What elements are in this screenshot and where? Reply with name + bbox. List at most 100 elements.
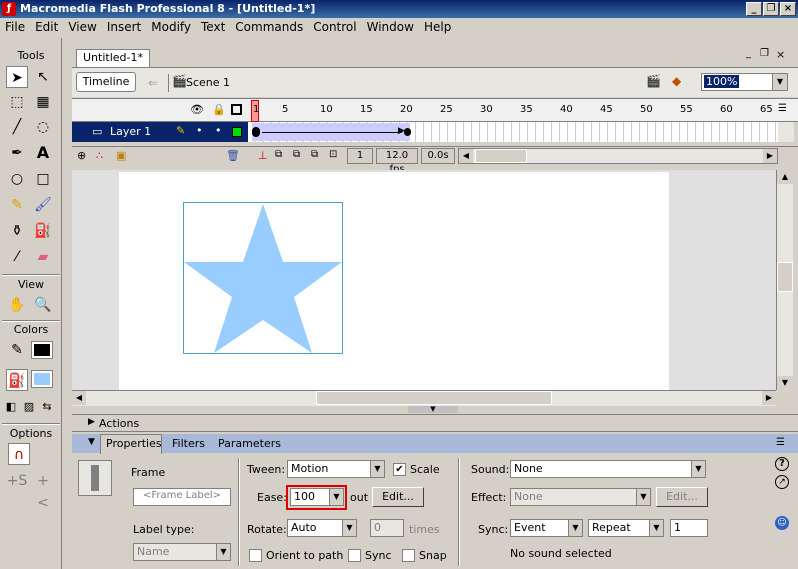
layer-lock-dot[interactable]: • xyxy=(215,124,222,137)
chevron-down-icon[interactable]: ▼ xyxy=(342,520,356,536)
stroke-color-swatch[interactable] xyxy=(31,341,53,359)
selection-box[interactable] xyxy=(183,202,343,354)
line-tool-icon[interactable]: ╱ xyxy=(6,116,28,138)
text-tool-icon[interactable]: A xyxy=(32,142,54,164)
snap-magnet-icon[interactable]: ∩ xyxy=(8,443,30,465)
stage-hscroll[interactable]: ◀ ▶ xyxy=(72,390,776,406)
edit-scene-icon[interactable]: 🎬 xyxy=(646,74,661,88)
smooth-icon[interactable]: +S xyxy=(6,470,28,492)
eye-icon[interactable]: 👁 xyxy=(190,103,204,116)
timeline-toggle-button[interactable]: Timeline xyxy=(76,72,136,92)
scroll-thumb[interactable] xyxy=(316,391,552,405)
layer-name[interactable]: Layer 1 xyxy=(110,125,151,138)
tab-parameters[interactable]: Parameters xyxy=(218,437,281,450)
collapse-arrow-icon[interactable]: ▼ xyxy=(88,437,95,447)
chevron-down-icon[interactable]: ▼ xyxy=(329,489,343,505)
close-button[interactable]: × xyxy=(780,2,796,16)
menu-text[interactable]: Text xyxy=(196,18,230,36)
menu-commands[interactable]: Commands xyxy=(230,18,308,36)
menu-control[interactable]: Control xyxy=(308,18,361,36)
doc-restore-icon[interactable]: ❐ xyxy=(760,48,769,59)
scroll-down-icon[interactable]: ▼ xyxy=(777,376,793,390)
add-layer-icon[interactable]: ⊕ xyxy=(77,149,86,162)
trash-icon[interactable]: 🗑 xyxy=(226,149,240,162)
chevron-down-icon[interactable]: ▼ xyxy=(649,520,663,536)
menu-insert[interactable]: Insert xyxy=(102,18,146,36)
tab-filters[interactable]: Filters xyxy=(172,437,205,450)
fill-transform-tool-icon[interactable]: ▦ xyxy=(32,91,54,113)
menu-file[interactable]: File xyxy=(0,18,30,36)
straighten-icon[interactable]: +< xyxy=(32,470,54,511)
actions-panel-bar[interactable]: ▶ Actions xyxy=(72,414,798,432)
panel-menu-icon[interactable]: ☰ xyxy=(776,437,785,448)
effect-edit-button[interactable]: Edit... xyxy=(656,487,708,507)
layer-row[interactable]: ▭ Layer 1 ✎ • • xyxy=(72,122,248,142)
sound-select[interactable]: None ▼ xyxy=(510,460,706,478)
repeat-select[interactable]: Repeat ▼ xyxy=(588,519,664,537)
chevron-down-icon[interactable]: ▼ xyxy=(568,520,582,536)
tab-properties-label[interactable]: Properties xyxy=(106,437,162,450)
orient-to-path-checkbox[interactable] xyxy=(249,549,262,562)
scroll-right-icon[interactable]: ▶ xyxy=(763,149,777,163)
chevron-down-icon[interactable]: ▼ xyxy=(636,489,650,505)
sync-event-select[interactable]: Event ▼ xyxy=(510,519,583,537)
minimize-button[interactable]: _ xyxy=(746,2,762,16)
rotate-select[interactable]: Auto ▼ xyxy=(287,519,357,537)
onion-outline-icon[interactable]: ⧉ xyxy=(293,149,300,160)
subselect-tool-icon[interactable]: ↖ xyxy=(32,66,54,88)
chevron-down-icon[interactable]: ▼ xyxy=(370,461,384,477)
edit-multiple-frames-icon[interactable]: ⧉ xyxy=(311,149,318,160)
tween-select[interactable]: Motion ▼ xyxy=(287,460,385,478)
zoom-tool-icon[interactable]: 🔍 xyxy=(32,294,54,316)
brush-tool-icon[interactable]: 🖌 xyxy=(32,194,54,216)
timeline-hscroll[interactable]: ◀ ▶ xyxy=(458,148,778,164)
scroll-left-icon[interactable]: ◀ xyxy=(72,391,86,405)
layer-outline-color[interactable] xyxy=(232,127,242,137)
repeat-count-input[interactable]: 1 xyxy=(670,519,708,537)
doc-minimize-icon[interactable]: _ xyxy=(746,48,751,59)
actions-label[interactable]: Actions xyxy=(99,417,139,430)
lasso-tool-icon[interactable]: ◌ xyxy=(32,116,54,138)
menu-edit[interactable]: Edit xyxy=(30,18,63,36)
menu-view[interactable]: View xyxy=(63,18,101,36)
free-transform-tool-icon[interactable]: ⬚ xyxy=(6,91,28,113)
pencil-tool-icon[interactable]: ✎ xyxy=(6,194,28,216)
snap-checkbox[interactable] xyxy=(402,549,415,562)
outline-icon[interactable] xyxy=(231,104,242,115)
effect-select[interactable]: None ▼ xyxy=(510,488,651,506)
chevron-down-icon[interactable]: ▼ xyxy=(772,74,787,90)
menu-window[interactable]: Window xyxy=(362,18,419,36)
add-guide-layer-icon[interactable]: ∴ xyxy=(96,149,103,162)
expand-arrow-icon[interactable]: ▶ xyxy=(88,417,95,427)
chevron-down-icon[interactable]: ▼ xyxy=(216,544,230,560)
scale-checkbox[interactable]: ✔ xyxy=(393,463,406,476)
pen-tool-icon[interactable]: ✒ xyxy=(6,142,28,164)
eraser-tool-icon[interactable]: ▰ xyxy=(32,246,54,268)
ease-input[interactable]: 100 ▼ xyxy=(290,488,344,506)
chevron-down-icon[interactable]: ▼ xyxy=(691,461,705,477)
rectangle-tool-icon[interactable]: □ xyxy=(32,168,54,190)
doc-close-icon[interactable]: × xyxy=(776,48,785,61)
no-color-icon[interactable]: ▨ xyxy=(20,396,38,418)
layer-visibility-dot[interactable]: • xyxy=(196,124,203,137)
lock-icon[interactable]: 🔒 xyxy=(212,103,226,116)
modify-onion-markers-icon[interactable]: ⊡ xyxy=(329,149,337,160)
label-type-select[interactable]: Name ▼ xyxy=(133,543,231,561)
black-white-icon[interactable]: ◧ xyxy=(2,396,20,418)
onion-skin-icon[interactable]: ⧉ xyxy=(275,149,282,160)
add-folder-icon[interactable]: ▣ xyxy=(116,149,126,162)
center-frame-icon[interactable]: ⊥ xyxy=(258,149,268,162)
hand-tool-icon[interactable]: ✋ xyxy=(6,294,28,316)
edit-symbols-icon[interactable]: ◆ xyxy=(672,74,681,88)
help-icon[interactable]: ? xyxy=(775,457,789,471)
document-tab[interactable]: Untitled-1* xyxy=(76,49,150,67)
arrow-tool-icon[interactable]: ➤ xyxy=(6,66,28,88)
accessibility-icon[interactable]: ☺ xyxy=(775,516,789,530)
edit-in-place-icon[interactable]: ↗ xyxy=(775,475,789,489)
oval-tool-icon[interactable]: ○ xyxy=(6,168,28,190)
stage-vscroll[interactable]: ▲ ▼ xyxy=(776,170,793,390)
menu-help[interactable]: Help xyxy=(419,18,456,36)
eyedropper-tool-icon[interactable]: ⁄ xyxy=(6,246,28,268)
timeline-vscroll[interactable] xyxy=(778,122,794,142)
restore-button[interactable]: ❐ xyxy=(763,2,779,16)
